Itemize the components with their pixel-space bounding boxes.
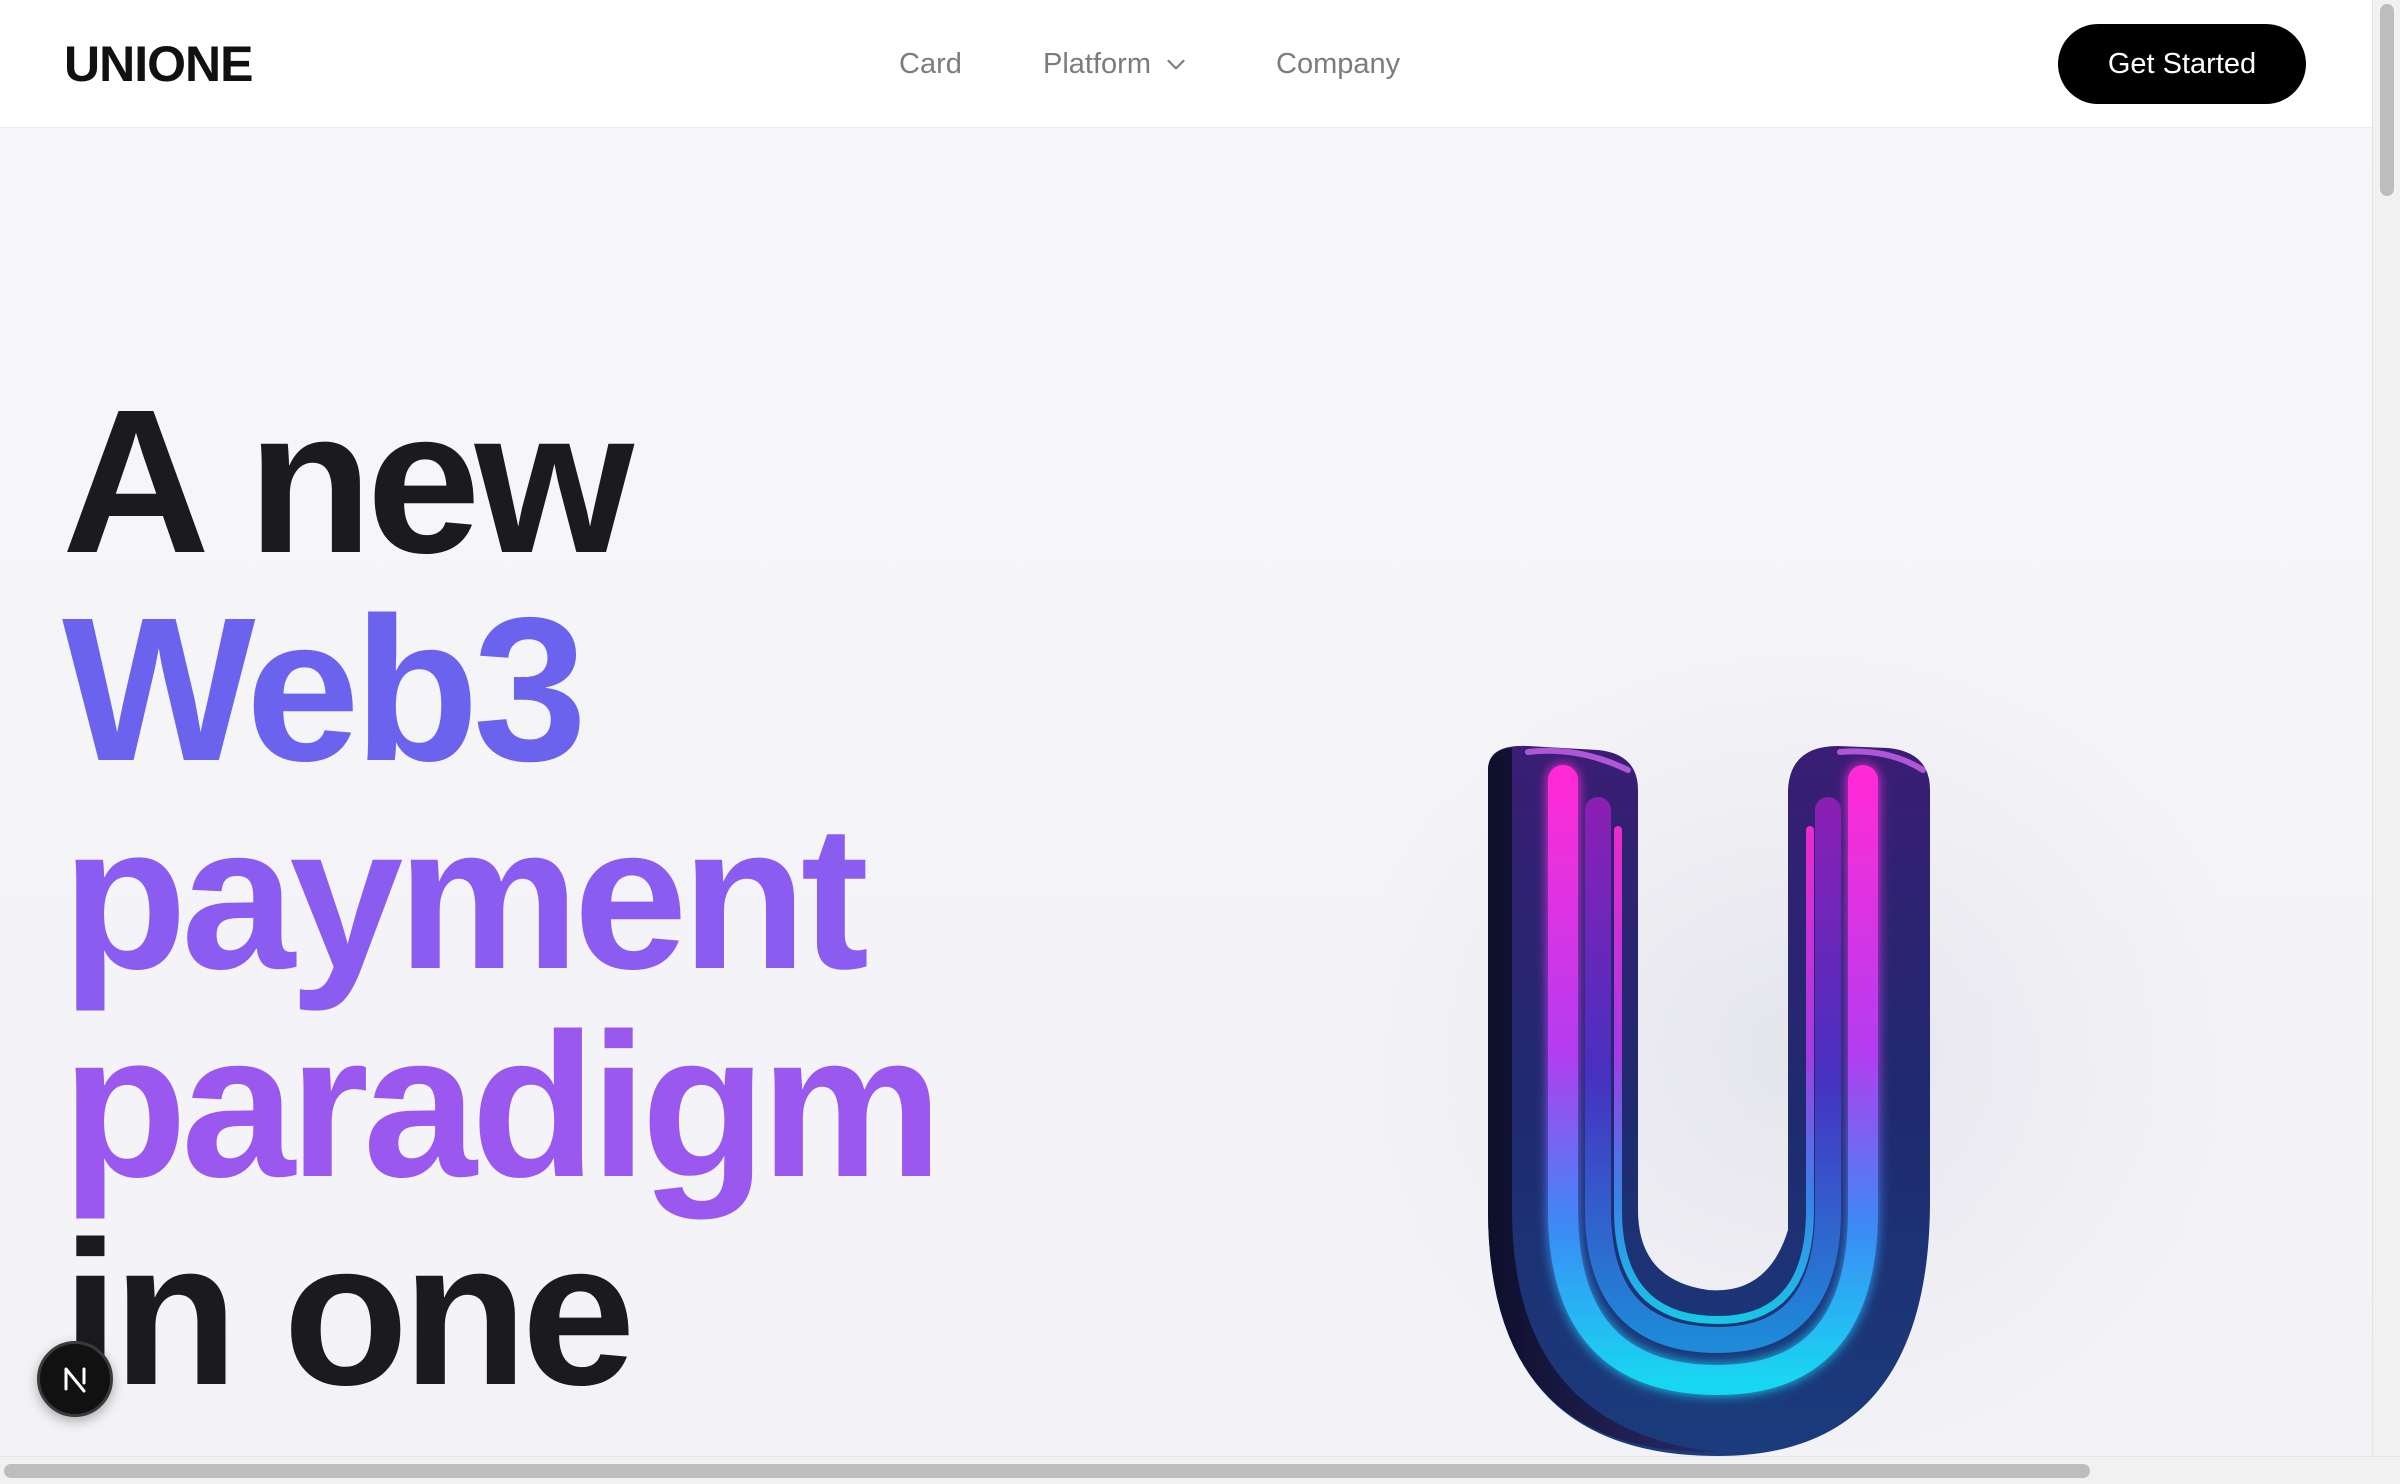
page: UNIONE Card Platform Company Get Started… xyxy=(0,0,2372,1456)
vertical-scrollbar-thumb[interactable] xyxy=(2380,4,2394,196)
main-nav: Card Platform Company xyxy=(0,0,2372,127)
headline-line-3: payment xyxy=(62,783,869,1012)
get-started-button[interactable]: Get Started xyxy=(2058,24,2306,104)
nav-item-platform[interactable]: Platform xyxy=(1043,44,1189,84)
headline-line-2: Web3 xyxy=(62,575,587,804)
headline-line-1: A new xyxy=(62,367,634,596)
headline-line-5: in one xyxy=(62,1199,636,1428)
nav-item-card[interactable]: Card xyxy=(899,44,962,84)
nav-item-platform-label: Platform xyxy=(1043,48,1151,80)
headline-line-4: paradigm xyxy=(62,991,943,1220)
horizontal-scrollbar-thumb[interactable] xyxy=(4,1464,2090,1478)
vertical-scrollbar[interactable] xyxy=(2372,0,2400,1456)
site-header: UNIONE Card Platform Company Get Started xyxy=(0,0,2372,128)
browser-viewport: UNIONE Card Platform Company Get Started… xyxy=(0,0,2400,1484)
u-logo-3d-icon xyxy=(1488,745,1930,1456)
nextjs-icon[interactable] xyxy=(37,1341,113,1417)
horizontal-scrollbar[interactable] xyxy=(0,1456,2400,1484)
hero-headline: A new Web3 payment paradigm in one xyxy=(62,367,943,1428)
nav-item-company[interactable]: Company xyxy=(1276,44,1400,84)
n-glyph-icon xyxy=(64,1367,86,1393)
chevron-down-icon xyxy=(1167,59,1185,70)
